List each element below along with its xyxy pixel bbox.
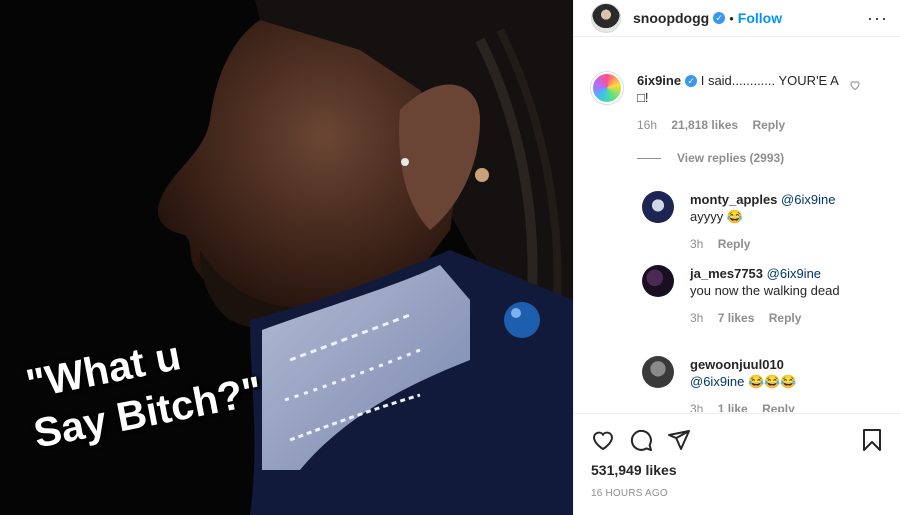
post-photo[interactable]: "What u Say Bitch?" xyxy=(0,0,573,515)
comment-body: gewoonjuul010 @6ix9ine 😂😂😂 xyxy=(690,356,860,390)
comment-like-heart-icon[interactable] xyxy=(849,79,861,91)
comment-icon[interactable] xyxy=(629,428,653,452)
comment-text: 😂😂😂 xyxy=(748,374,797,389)
post-likes-count[interactable]: 531,949 likes xyxy=(591,462,677,478)
commenter-avatar[interactable] xyxy=(642,265,674,297)
comment-body: monty_apples @6ix9ine ayyyy 😂 xyxy=(690,191,860,225)
more-options-icon[interactable]: ··· xyxy=(867,8,888,29)
commenter-avatar[interactable] xyxy=(591,72,623,104)
post-sidebar: snoopdogg ✓ • Follow ··· 6ix9ine ✓ I said… xyxy=(573,0,900,515)
comment-time[interactable]: 16h xyxy=(637,118,657,132)
author-avatar[interactable] xyxy=(591,3,621,33)
share-icon[interactable] xyxy=(667,428,691,452)
header-separator: • xyxy=(729,10,734,26)
comment-body: ja_mes7753 @6ix9ine you now the walking … xyxy=(690,265,860,299)
commenter-avatar[interactable] xyxy=(642,356,674,388)
author-username[interactable]: snoopdogg xyxy=(633,10,709,26)
comment-text-line2: □! xyxy=(637,90,649,105)
comment-time[interactable]: 3h xyxy=(690,402,703,412)
comment-reply-button[interactable]: Reply xyxy=(718,237,751,251)
comment-text: I said............ YOUR'E A xyxy=(700,73,839,88)
comment-meta: 3h Reply xyxy=(690,236,900,253)
post-actions: 531,949 likes 16 HOURS AGO xyxy=(574,413,900,515)
follow-button[interactable]: Follow xyxy=(738,10,782,26)
thread-line xyxy=(637,158,661,159)
verified-badge-icon: ✓ xyxy=(713,12,726,24)
comment-mention[interactable]: @6ix9ine xyxy=(690,374,744,389)
comment-meta: 3h 1 like Reply xyxy=(690,401,900,412)
post-timestamp[interactable]: 16 HOURS AGO xyxy=(591,488,668,499)
action-icons xyxy=(591,428,691,452)
comment-likes[interactable]: 21,818 likes xyxy=(671,118,738,132)
comment-body: 6ix9ine ✓ I said............ YOUR'E A □! xyxy=(637,72,847,106)
comment-likes[interactable]: 1 like xyxy=(718,402,748,412)
commenter-avatar[interactable] xyxy=(642,191,674,223)
heart-icon[interactable] xyxy=(591,428,615,452)
comment-time[interactable]: 3h xyxy=(690,237,703,251)
comment-item: 6ix9ine ✓ I said............ YOUR'E A □! … xyxy=(591,72,891,167)
save-button[interactable] xyxy=(860,428,884,452)
comment-username[interactable]: gewoonjuul010 xyxy=(690,357,784,372)
comment-mention[interactable]: @6ix9ine xyxy=(767,266,821,281)
comment-time[interactable]: 3h xyxy=(690,311,703,325)
reply-item: monty_apples @6ix9ine ayyyy 😂 3h Reply xyxy=(642,191,900,253)
comment-meta: 16h 21,818 likes Reply xyxy=(637,117,891,134)
comment-username[interactable]: monty_apples xyxy=(690,192,777,207)
comment-meta: 3h 7 likes Reply xyxy=(690,310,900,327)
comment-reply-button[interactable]: Reply xyxy=(752,118,785,132)
view-replies-label: View replies (2993) xyxy=(677,151,785,165)
comments-list[interactable]: 6ix9ine ✓ I said............ YOUR'E A □! … xyxy=(574,38,900,412)
comment-username[interactable]: ja_mes7753 xyxy=(690,266,763,281)
comment-username[interactable]: 6ix9ine xyxy=(637,73,681,88)
comment-reply-button[interactable]: Reply xyxy=(769,311,802,325)
bookmark-icon xyxy=(863,429,881,451)
comment-text: you now the walking dead xyxy=(690,283,840,298)
reply-item: gewoonjuul010 @6ix9ine 😂😂😂 3h 1 like Rep… xyxy=(642,356,900,412)
post-header: snoopdogg ✓ • Follow ··· xyxy=(574,0,900,37)
reply-item: ja_mes7753 @6ix9ine you now the walking … xyxy=(642,265,900,327)
comment-reply-button[interactable]: Reply xyxy=(762,402,795,412)
comment-mention[interactable]: @6ix9ine xyxy=(781,192,835,207)
comment-text: ayyyy 😂 xyxy=(690,209,744,224)
verified-badge-icon: ✓ xyxy=(685,75,698,87)
comment-likes[interactable]: 7 likes xyxy=(718,311,755,325)
view-replies-button[interactable]: View replies (2993) xyxy=(637,150,891,167)
